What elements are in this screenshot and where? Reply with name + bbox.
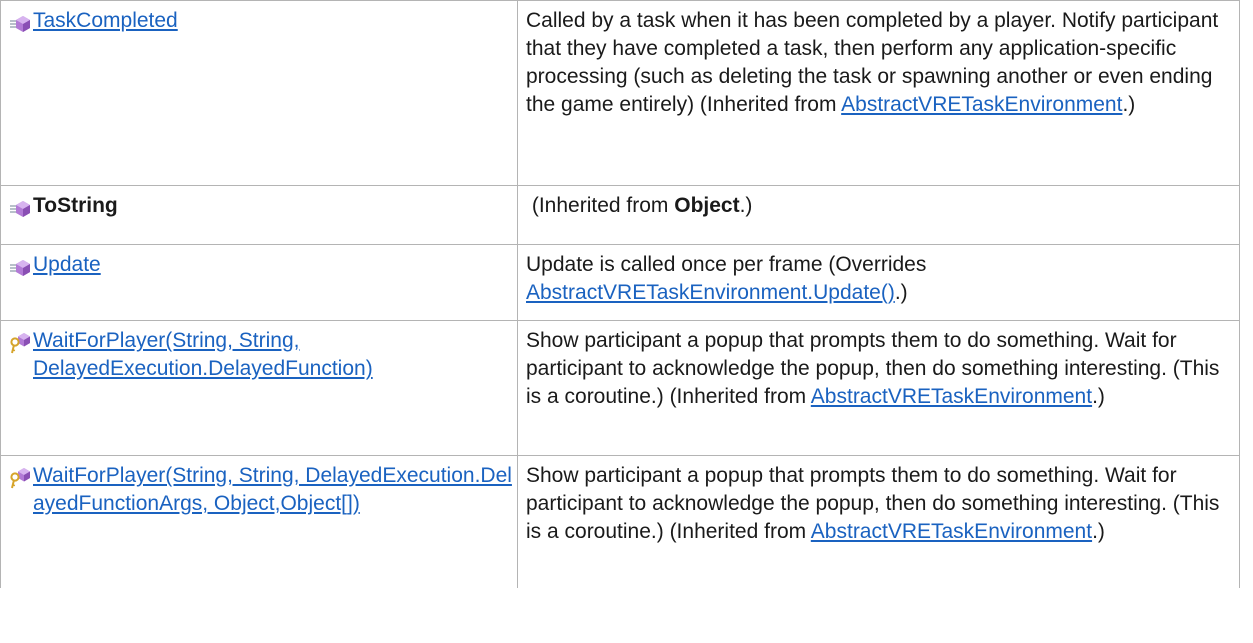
table-row: WaitForPlayer(String, String, DelayedExe… [0, 455, 1240, 588]
description-text: (Inherited from [526, 194, 675, 217]
table-row: ToString (Inherited from Object.) [0, 185, 1240, 245]
public-method-icon [9, 12, 31, 34]
member-name-cell: ToString [0, 185, 518, 245]
members-table: TaskCompleted Called by a task when it h… [0, 0, 1240, 588]
table-row: Update Update is called once per frame (… [0, 244, 1240, 321]
description-suffix: .) [1122, 93, 1136, 116]
public-method-icon [9, 197, 31, 219]
inherited-from-link[interactable]: AbstractVRETaskEnvironment [811, 385, 1092, 408]
table-row: TaskCompleted Called by a task when it h… [0, 0, 1240, 186]
description-suffix: .) [1092, 520, 1105, 543]
inherited-type-name: Object [674, 194, 740, 217]
description-suffix: .) [894, 281, 908, 304]
description-suffix: .) [739, 194, 753, 217]
description-text: Update is called once per frame (Overrid… [526, 253, 927, 276]
overrides-link[interactable]: AbstractVRETaskEnvironment.Update() [526, 281, 895, 304]
member-description: Called by a task when it has been comple… [517, 0, 1240, 186]
member-description: Show participant a popup that prompts th… [517, 455, 1240, 588]
member-link-update[interactable]: Update [33, 251, 101, 279]
member-description: Show participant a popup that prompts th… [517, 320, 1240, 456]
public-method-icon [9, 256, 31, 278]
member-name-cell: WaitForPlayer(String, String, DelayedExe… [0, 320, 518, 456]
member-link-taskcompleted[interactable]: TaskCompleted [33, 7, 178, 35]
member-name-tostring: ToString [33, 194, 118, 217]
table-row: WaitForPlayer(String, String, DelayedExe… [0, 320, 1240, 456]
member-name-cell: WaitForPlayer(String, String, DelayedExe… [0, 455, 518, 588]
protected-method-icon [9, 467, 31, 489]
member-link-waitforplayer[interactable]: WaitForPlayer(String, String, DelayedExe… [33, 327, 515, 383]
member-name-cell: TaskCompleted [0, 0, 518, 186]
description-suffix: .) [1092, 385, 1105, 408]
protected-method-icon [9, 332, 31, 354]
inherited-from-link[interactable]: AbstractVRETaskEnvironment [841, 93, 1122, 116]
member-description: Update is called once per frame (Overrid… [517, 244, 1240, 321]
member-link-waitforplayer-args[interactable]: WaitForPlayer(String, String, DelayedExe… [33, 462, 515, 518]
inherited-from-link[interactable]: AbstractVRETaskEnvironment [811, 520, 1092, 543]
member-name-cell: Update [0, 244, 518, 321]
member-description: (Inherited from Object.) [517, 185, 1240, 245]
